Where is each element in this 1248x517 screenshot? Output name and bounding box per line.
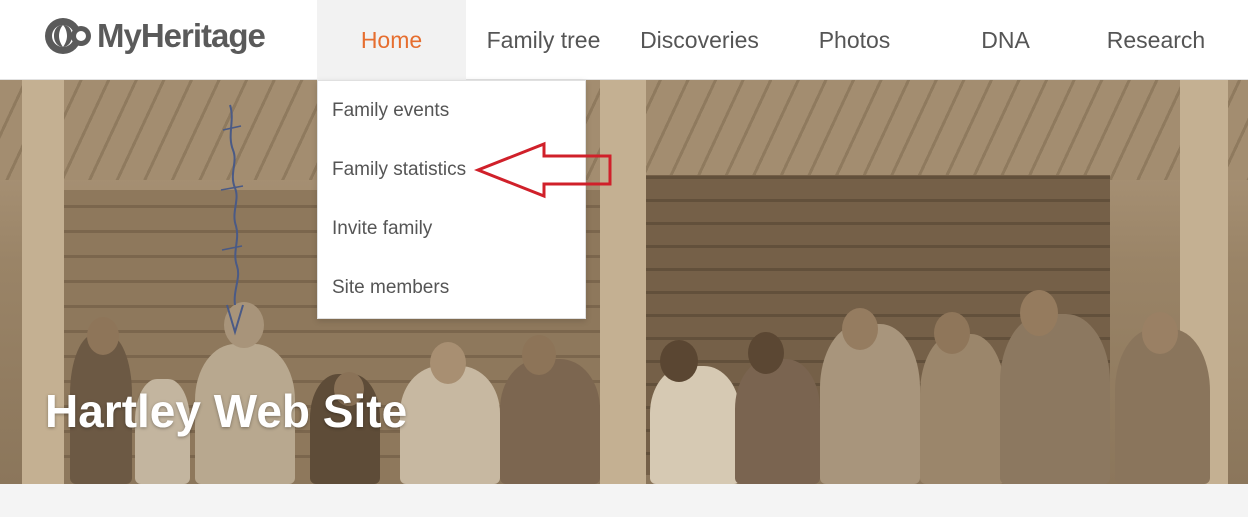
hero-banner-photo: Hartley Web Site (0, 80, 1248, 484)
top-navigation-bar: MyHeritage Home Family tree Discoveries … (0, 0, 1248, 80)
myheritage-logo-icon (43, 16, 93, 56)
nav-research[interactable]: Research (1080, 0, 1232, 80)
nav-discoveries[interactable]: Discoveries (622, 0, 777, 80)
person-head (1020, 290, 1058, 336)
person-head (748, 332, 784, 374)
menu-item-site-members[interactable]: Site members (332, 268, 449, 308)
menu-item-family-events[interactable]: Family events (332, 91, 449, 131)
person-head (934, 312, 970, 354)
person-head (842, 308, 878, 350)
menu-item-invite-family[interactable]: Invite family (332, 209, 432, 249)
page-body-strip (0, 484, 1248, 517)
person-figure (820, 324, 920, 484)
person-figure (1000, 314, 1110, 484)
nav-home[interactable]: Home (317, 0, 466, 80)
nav-photos[interactable]: Photos (777, 0, 932, 80)
person-head (660, 340, 698, 382)
myheritage-logo[interactable]: MyHeritage (43, 15, 266, 57)
person-figure (735, 359, 820, 484)
logo-text: MyHeritage (97, 17, 266, 54)
site-title: Hartley Web Site (45, 385, 408, 437)
person-figure (500, 359, 600, 484)
person-head (522, 335, 556, 375)
nav-dna[interactable]: DNA (928, 0, 1083, 80)
person-head (1142, 312, 1178, 354)
handwritten-note-graphic (220, 104, 244, 336)
menu-item-family-statistics[interactable]: Family statistics (332, 150, 466, 190)
person-figure (650, 366, 740, 484)
person-head (430, 342, 466, 384)
nav-family-tree[interactable]: Family tree (466, 0, 621, 80)
red-arrow-icon (474, 141, 612, 199)
person-figure (920, 334, 1005, 484)
person-head (87, 317, 119, 355)
